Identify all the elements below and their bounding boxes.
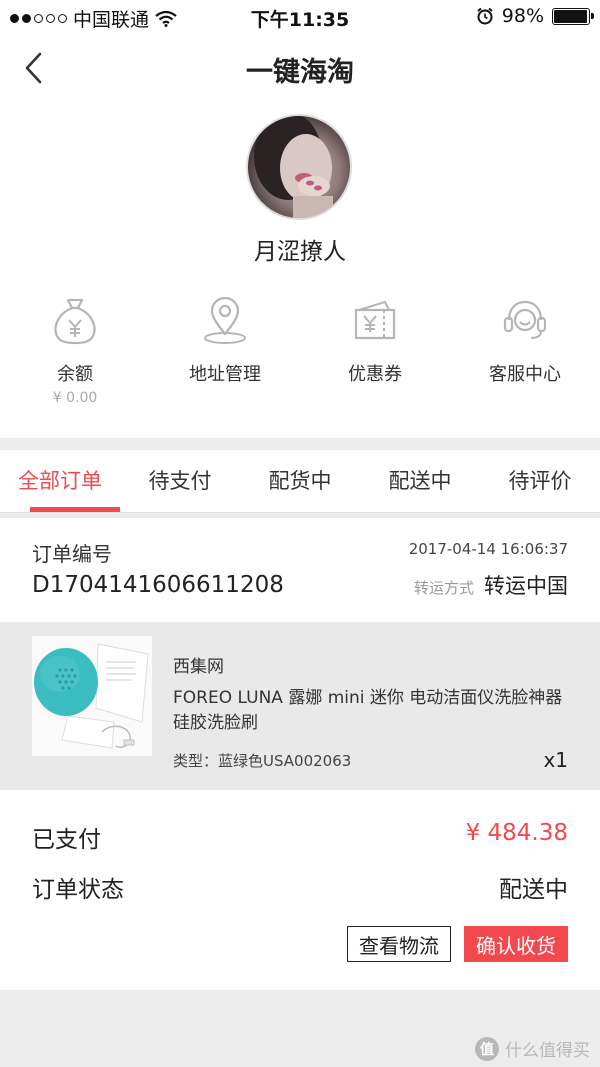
location-pin-icon — [204, 296, 246, 344]
feature-coupon[interactable]: 优惠券 — [300, 294, 450, 406]
battery-icon — [552, 7, 594, 25]
feature-row: 余额 ¥ 0.00 地址管理 优惠券 客服中心 — [0, 294, 600, 406]
feature-customer-service-label: 客服中心 — [489, 364, 561, 385]
tab-to-review[interactable]: 待评价 — [480, 450, 600, 512]
watermark-text: 什么值得买 — [505, 1041, 590, 1061]
order-datetime: 2017-04-14 16:06:37 — [408, 540, 568, 558]
product-image — [32, 636, 152, 756]
feature-address-label: 地址管理 — [189, 364, 261, 385]
battery-percentage: 98% — [501, 5, 544, 27]
status-row: 订单状态 配送中 — [32, 870, 568, 904]
shipping-method: 转运方式 转运中国 — [414, 570, 568, 600]
order-status-value: 配送中 — [499, 877, 568, 903]
feature-balance[interactable]: 余额 ¥ 0.00 — [0, 294, 150, 406]
tab-shipping-label: 配送中 — [388, 469, 452, 493]
order-tabs: 全部订单 待支付 配货中 配送中 待评价 — [0, 450, 600, 513]
paid-amount: ¥ 484.38 — [465, 820, 568, 846]
tab-all-orders-label: 全部订单 — [18, 469, 102, 493]
avatar[interactable] — [246, 114, 352, 220]
navigation-bar: 一键海淘 — [0, 34, 600, 101]
confirm-receipt-button[interactable]: 确认收货 — [464, 926, 568, 962]
tab-preparing[interactable]: 配货中 — [240, 450, 360, 512]
product-type-value: 蓝绿色USA002063 — [218, 752, 352, 770]
status-bar: 中国联通 下午11:35 98% — [0, 0, 600, 34]
balance-amount: ¥ 0.00 — [52, 390, 98, 406]
battery-fill — [554, 9, 588, 23]
shipping-method-label: 转运方式 — [413, 579, 474, 597]
tab-preparing-label: 配货中 — [268, 469, 332, 493]
money-bag-icon — [54, 298, 96, 345]
order-number: D1704141606611208 — [32, 572, 284, 598]
product-type: 类型：蓝绿色USA002063 — [173, 750, 351, 771]
shipping-method-value: 转运中国 — [484, 574, 568, 598]
tab-shipping[interactable]: 配送中 — [360, 450, 480, 512]
feature-address[interactable]: 地址管理 — [150, 294, 300, 406]
page-title: 一键海淘 — [246, 57, 354, 88]
product-name: FOREO LUNA 露娜 mini 迷你 电动洁面仪洗脸神器 硅胶洗脸刷 — [173, 688, 563, 733]
feature-coupon-label: 优惠券 — [348, 364, 402, 385]
order-number-label: 订单编号 — [32, 542, 112, 566]
feature-balance-label: 余额 — [57, 364, 93, 385]
shop-name: 西集网 — [173, 657, 224, 677]
order-status-label: 订单状态 — [32, 877, 124, 903]
coupon-icon — [354, 300, 396, 340]
product-item[interactable]: 西集网 FOREO LUNA 露娜 mini 迷你 电动洁面仪洗脸神器 硅胶洗脸… — [0, 622, 600, 790]
tab-pending-payment[interactable]: 待支付 — [120, 450, 240, 512]
product-type-label: 类型： — [173, 752, 219, 770]
tab-all-orders[interactable]: 全部订单 — [0, 450, 120, 512]
headset-icon — [503, 300, 547, 339]
tab-to-review-label: 待评价 — [508, 469, 572, 493]
avatar-image — [254, 116, 333, 218]
watermark-logo-icon: 值 — [475, 1036, 499, 1061]
feature-customer-service[interactable]: 客服中心 — [450, 294, 600, 406]
active-tab-indicator — [30, 507, 120, 512]
paid-row: 已支付 ¥ 484.38 — [32, 820, 568, 854]
watermark: 值 什么值得买 — [475, 1036, 590, 1061]
paid-label: 已支付 — [32, 827, 101, 853]
status-right: 98% — [476, 5, 594, 27]
view-logistics-button[interactable]: 查看物流 — [347, 926, 451, 962]
order-summary: 已支付 ¥ 484.38 订单状态 配送中 查看物流 确认收货 — [0, 790, 600, 990]
product-quantity: x1 — [543, 748, 568, 772]
product-thumbnail — [32, 636, 152, 756]
order-header: 订单编号 D1704141606611208 2017-04-14 16:06:… — [0, 518, 600, 622]
username: 月涩撩人 — [254, 239, 346, 265]
profile-section: 月涩撩人 余额 ¥ 0.00 地址管理 优惠券 客服中心 — [0, 100, 600, 438]
tab-pending-payment-label: 待支付 — [148, 469, 212, 493]
alarm-icon — [477, 7, 493, 25]
